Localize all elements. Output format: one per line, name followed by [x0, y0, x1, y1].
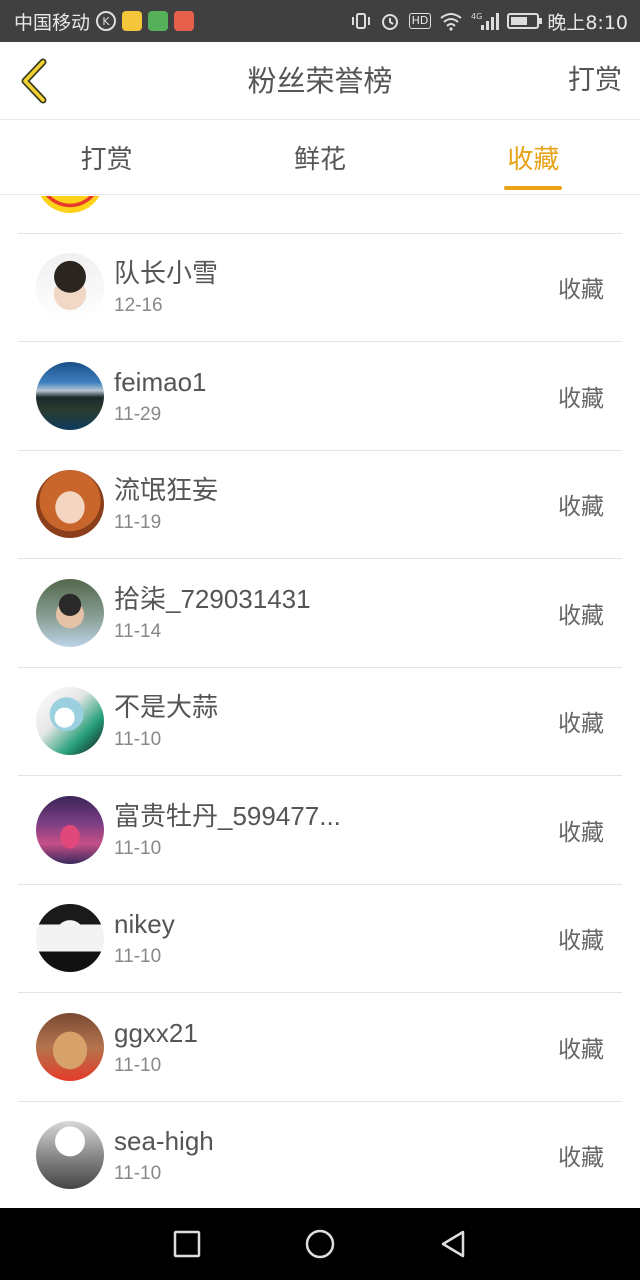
app-notification-icon	[122, 11, 143, 31]
status-bar: 中国移动 K HD 4G 晚上8:10	[0, 0, 640, 42]
avatar	[36, 578, 104, 647]
app-notification-icon	[148, 11, 169, 31]
battery-icon	[507, 13, 543, 29]
date-label: 11-10	[114, 729, 162, 751]
status-time: 晚上8:10	[547, 11, 628, 34]
user-name: nikey	[114, 909, 175, 940]
action-type-label: 收藏	[558, 494, 604, 521]
user-name: 流氓狂妄	[114, 475, 219, 506]
alarm-icon	[381, 14, 398, 30]
avatar	[36, 470, 104, 539]
avatar	[36, 361, 104, 430]
avatar	[36, 1012, 104, 1081]
svg-text:4G: 4G	[471, 12, 482, 21]
system-nav-bar	[0, 1208, 640, 1280]
fan-list[interactable]: 12-16 队长小雪 12-16 收藏 feimao1 11-29 收藏 流氓狂…	[0, 196, 640, 1208]
action-type-label: 收藏	[558, 602, 604, 629]
avatar	[36, 1121, 104, 1190]
circle-icon	[305, 1229, 335, 1259]
action-type-label: 收藏	[558, 711, 604, 738]
avatar	[36, 687, 104, 756]
tab-favorites[interactable]: 收藏	[427, 121, 640, 194]
action-type-label: 收藏	[558, 385, 604, 412]
user-name: sea-high	[114, 1126, 214, 1157]
user-name: feimao1	[114, 366, 207, 397]
tab-reward[interactable]: 打赏	[0, 121, 213, 194]
avatar	[36, 795, 104, 864]
date-label: 12-16	[114, 295, 163, 317]
user-name: 队长小雪	[114, 258, 219, 289]
user-name: 不是大蒜	[114, 692, 219, 723]
tab-flowers[interactable]: 鲜花	[213, 121, 426, 194]
avatar	[36, 253, 104, 322]
list-item[interactable]: 12-16	[18, 196, 622, 234]
recents-button[interactable]	[157, 1214, 217, 1274]
vibrate-icon	[351, 13, 370, 29]
list-item[interactable]: nikey 11-10 收藏	[18, 885, 622, 993]
date-label: 11-10	[114, 946, 162, 968]
date-label: 11-29	[114, 403, 162, 425]
reward-button[interactable]: 打赏	[568, 42, 622, 120]
action-type-label: 收藏	[558, 277, 604, 304]
user-name: ggxx21	[114, 1017, 198, 1048]
action-type-label: 收藏	[558, 1036, 604, 1063]
app-header: 粉丝荣誉榜 打赏	[0, 42, 640, 120]
action-type-label: 收藏	[558, 928, 604, 955]
list-item[interactable]: 流氓狂妄 11-19 收藏	[18, 451, 622, 559]
list-item[interactable]: feimao1 11-29 收藏	[18, 342, 622, 451]
list-item[interactable]: 富贵牡丹_599477... 11-10 收藏	[18, 776, 622, 885]
wifi-icon	[440, 13, 462, 31]
date-label: 11-10	[114, 1054, 162, 1076]
page-title: 粉丝荣誉榜	[247, 64, 393, 98]
k-app-icon: K	[96, 11, 117, 31]
date-label: 11-14	[114, 620, 162, 642]
hd-badge: HD	[408, 13, 432, 29]
user-name: 富贵牡丹_599477...	[114, 800, 341, 831]
avatar	[36, 196, 104, 213]
date-label: 11-19	[114, 512, 162, 534]
avatar	[36, 904, 104, 973]
list-item[interactable]: 队长小雪 12-16 收藏	[18, 234, 622, 342]
chevron-left-icon	[21, 58, 47, 104]
action-type-label: 收藏	[558, 1145, 604, 1172]
date-label: 11-10	[114, 1163, 162, 1185]
map-notification-icon	[174, 11, 195, 31]
back-button[interactable]	[14, 56, 54, 106]
list-item[interactable]: ggxx21 11-10 收藏	[18, 993, 622, 1102]
square-icon	[173, 1230, 200, 1258]
carrier-name: 中国移动	[14, 11, 91, 34]
user-name: 拾柒_729031431	[114, 583, 311, 614]
action-type-label: 收藏	[558, 819, 604, 846]
list-item[interactable]: sea-high 11-10 收藏	[18, 1102, 622, 1209]
home-button[interactable]	[290, 1214, 350, 1274]
list-item[interactable]: 不是大蒜 11-10 收藏	[18, 668, 622, 776]
list-item[interactable]: 拾柒_729031431 11-14 收藏	[18, 559, 622, 668]
back-nav-button[interactable]	[423, 1214, 483, 1274]
tab-bar: 打赏 鲜花 收藏	[0, 121, 640, 195]
triangle-back-icon	[442, 1230, 465, 1258]
signal-icon: 4G	[471, 12, 500, 30]
date-label: 11-10	[114, 837, 162, 859]
